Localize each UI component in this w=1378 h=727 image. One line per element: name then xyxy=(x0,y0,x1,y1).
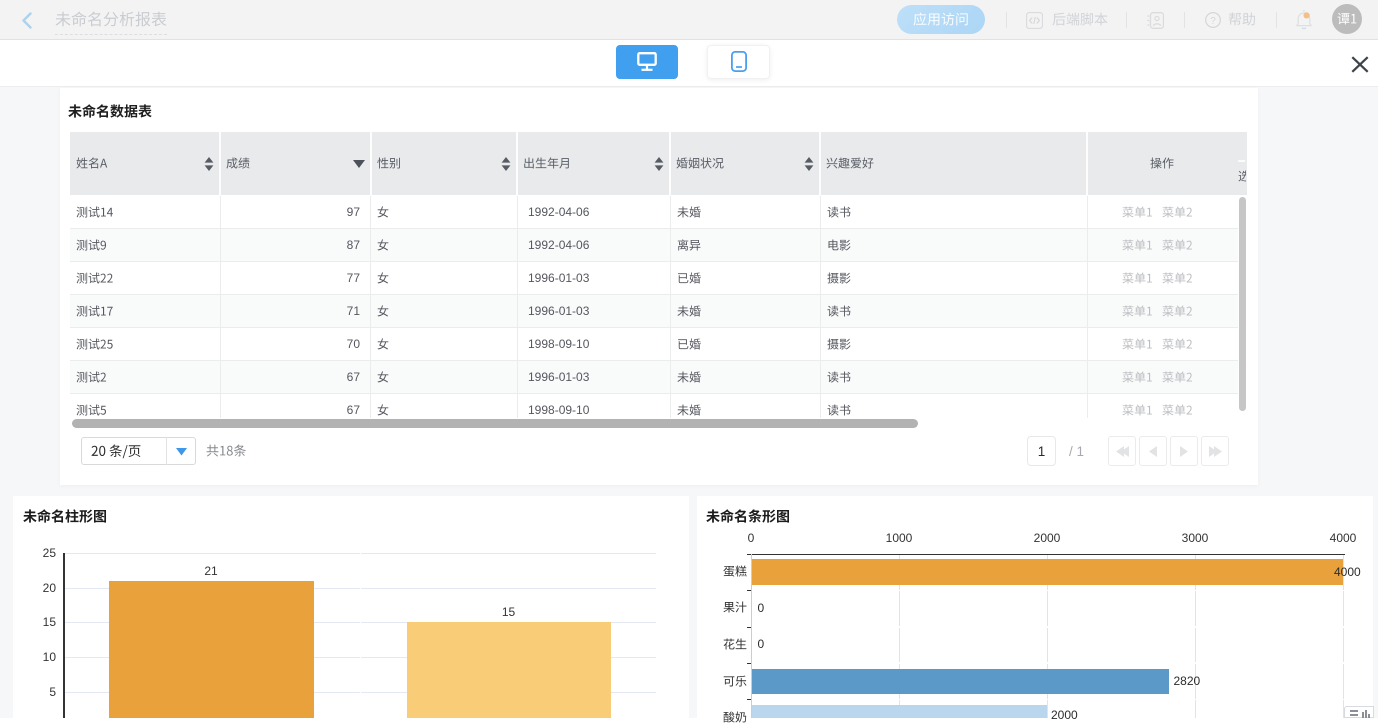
svg-text:?: ? xyxy=(1210,16,1216,27)
